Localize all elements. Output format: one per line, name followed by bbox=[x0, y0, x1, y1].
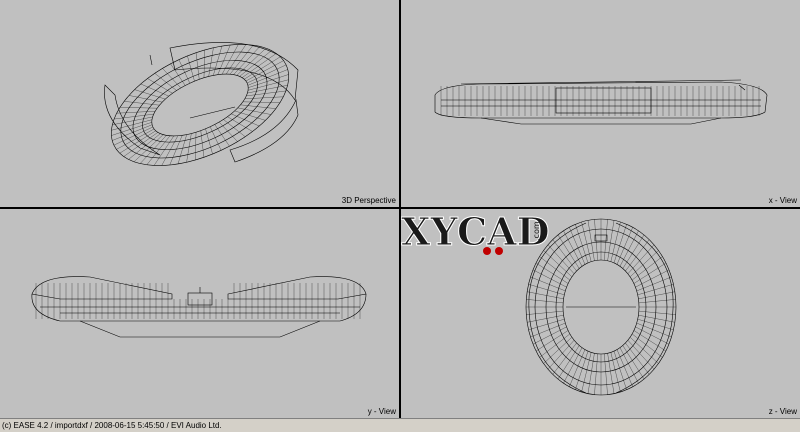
xycad-watermark-logo: XYCAD .com bbox=[401, 209, 550, 255]
x-view-wireframe bbox=[434, 79, 768, 125]
music-note-icon bbox=[483, 247, 491, 255]
status-bar: (c) EASE 4.2 / importdxf / 2008-06-15 5:… bbox=[0, 418, 800, 432]
viewport-x-view[interactable]: x - View bbox=[401, 0, 800, 207]
viewport-z-view[interactable]: z - View XYCAD .com bbox=[401, 209, 800, 418]
watermark-suffix: .com bbox=[532, 221, 541, 241]
viewport-grid: 3D Perspective x - View y - View z - Vie… bbox=[0, 0, 800, 418]
viewport-3d-perspective[interactable]: 3D Perspective bbox=[0, 0, 399, 207]
viewport-label-3d-perspective: 3D Perspective bbox=[341, 196, 396, 205]
viewport-y-view[interactable]: y - View bbox=[0, 209, 399, 418]
viewport-label-x-view: x - View bbox=[768, 196, 797, 205]
viewport-label-y-view: y - View bbox=[367, 407, 396, 416]
y-view-wireframe bbox=[31, 276, 367, 338]
viewport-label-z-view: z - View bbox=[768, 407, 797, 416]
perspective-wireframe bbox=[104, 42, 299, 166]
watermark-text: XYCAD bbox=[401, 209, 550, 254]
music-note-icon bbox=[495, 247, 503, 255]
